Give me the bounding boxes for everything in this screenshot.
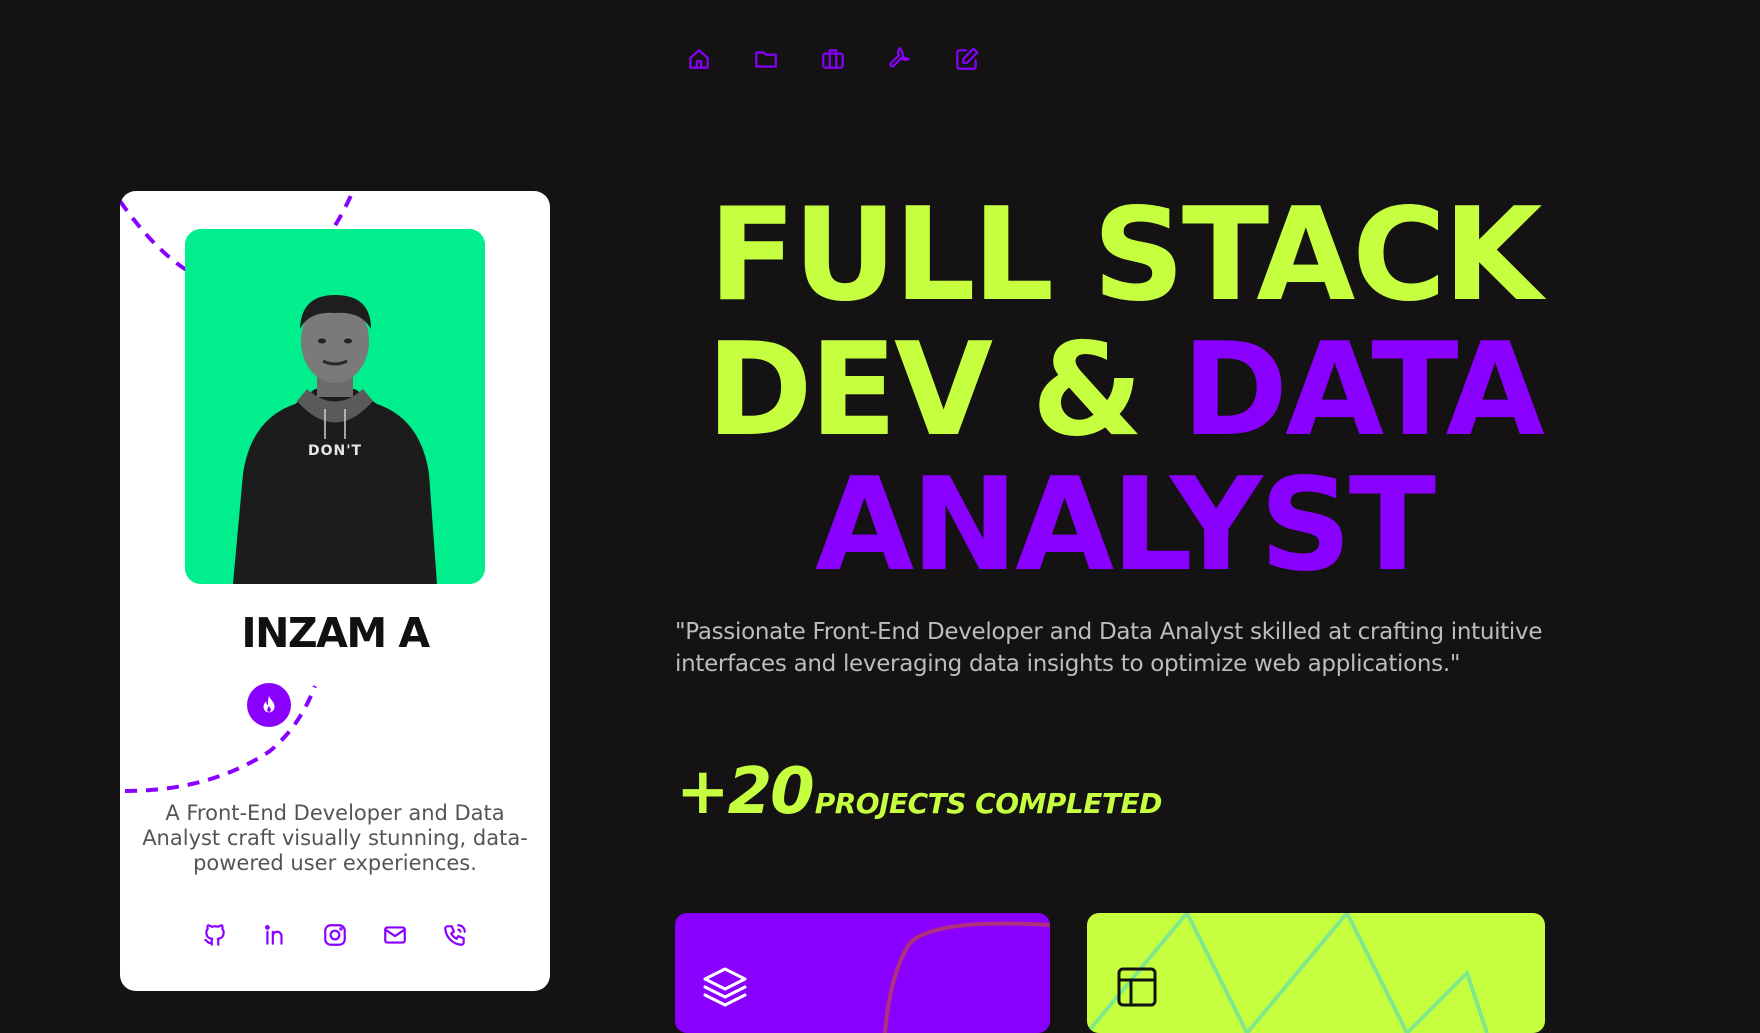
hero-line-1: FULL STACK (708, 181, 1543, 330)
phone-icon (444, 924, 466, 946)
tile-icon-wrap (701, 963, 749, 1011)
profile-name: INZAM A (241, 609, 430, 657)
profile-card: DON'T INZAM A A Front-End Developer and … (120, 191, 550, 991)
social-links (120, 920, 550, 950)
service-tile-layout[interactable] (1087, 913, 1545, 1033)
fire-icon (263, 695, 275, 713)
mail-icon (384, 926, 406, 944)
hero-line-2-part-b: DATA (1181, 316, 1545, 465)
phone-link[interactable] (440, 920, 470, 950)
projects-stat: +20 PROJECTS COMPLETED (676, 755, 1162, 829)
wrench-icon (889, 47, 910, 68)
nav-experience-button[interactable] (818, 44, 848, 74)
layout-icon (1117, 967, 1157, 1007)
hero-line-2: DEV & DATA (674, 323, 1574, 458)
email-link[interactable] (380, 920, 410, 950)
profile-bio: A Front-End Developer and Data Analyst c… (142, 801, 528, 875)
tile-icon-wrap (1113, 963, 1161, 1011)
hero-line-3: ANALYST (814, 451, 1436, 600)
stat-number: +20 (676, 755, 815, 829)
service-tile-layers[interactable] (675, 913, 1050, 1033)
top-nav (684, 44, 982, 74)
briefcase-icon (822, 49, 844, 69)
nav-tools-button[interactable] (885, 44, 915, 74)
nav-contact-button[interactable] (952, 44, 982, 74)
instagram-link[interactable] (320, 920, 350, 950)
hero-headline: FULL STACK DEV & DATA ANALYST (674, 188, 1574, 593)
github-link[interactable] (200, 920, 230, 950)
svg-text:DON'T: DON'T (308, 443, 362, 459)
layers-icon (703, 967, 747, 1007)
hero-tagline: "Passionate Front-End Developer and Data… (675, 619, 1543, 677)
linkedin-link[interactable] (260, 920, 290, 950)
person-portrait: DON'T (185, 229, 485, 584)
edit-icon (956, 47, 979, 70)
nav-projects-button[interactable] (751, 44, 781, 74)
profile-photo: DON'T (185, 229, 485, 584)
nav-home-button[interactable] (684, 44, 714, 74)
fire-badge (247, 683, 291, 727)
github-icon (204, 924, 225, 946)
folder-icon (755, 51, 777, 68)
stat-label: PROJECTS COMPLETED (814, 787, 1163, 820)
home-icon (689, 49, 709, 69)
hero-line-2-part-a: DEV & (706, 316, 1182, 465)
linkedin-icon (265, 925, 283, 945)
instagram-icon (324, 924, 346, 946)
